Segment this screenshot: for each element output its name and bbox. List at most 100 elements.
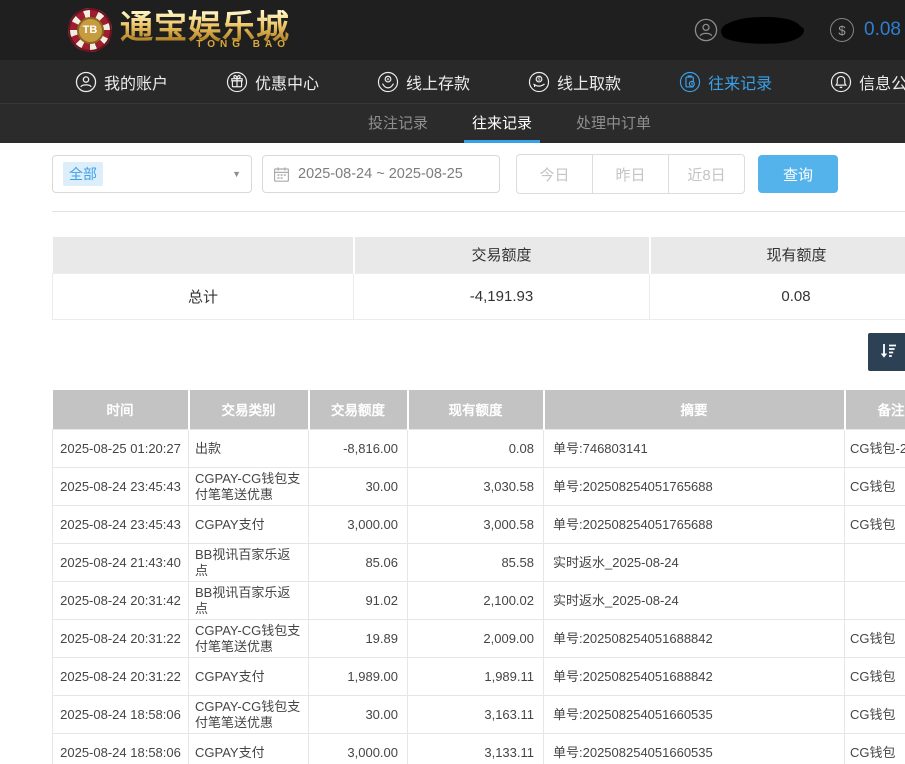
nav-label: 优惠中心 xyxy=(255,70,319,94)
cell-time: 2025-08-24 20:31:22 xyxy=(53,620,189,658)
summary-total-row: 总计 -4,191.93 0.08 xyxy=(53,273,905,319)
chevron-down-icon: ▼ xyxy=(232,169,241,179)
cell-balance: 2,009.00 xyxy=(408,620,544,658)
withdraw-icon: $ xyxy=(528,71,550,93)
col-header-summary: 摘要 xyxy=(544,390,845,430)
cell-summary: 单号:202508254051660535 xyxy=(544,734,845,764)
cell-note xyxy=(845,544,905,582)
col-header-amount: 交易额度 xyxy=(309,390,408,430)
cell-type: CGPAY支付 xyxy=(189,734,309,764)
calendar-icon xyxy=(273,166,290,183)
cell-time: 2025-08-24 20:31:42 xyxy=(53,582,189,620)
cell-time: 2025-08-24 21:43:40 xyxy=(53,544,189,582)
cell-amount: 1,989.00 xyxy=(309,658,408,696)
tab-pending-orders[interactable]: 处理中订单 xyxy=(568,104,659,143)
sort-button[interactable] xyxy=(868,333,905,371)
cell-amount: 91.02 xyxy=(309,582,408,620)
summary-balance-total: 0.08 xyxy=(650,273,905,319)
summary-table: 交易额度 现有额度 总计 -4,191.93 0.08 xyxy=(52,237,905,320)
nav-label: 线上存款 xyxy=(406,70,470,94)
search-button[interactable]: 查询 xyxy=(758,155,838,193)
cell-summary: 单号:202508254051688842 xyxy=(544,658,845,696)
username-redaction xyxy=(722,16,801,45)
cell-type: CGPAY-CG钱包支付笔笔送优惠 xyxy=(189,468,309,506)
nav-item-my-account[interactable]: 我的账户 xyxy=(75,70,168,94)
nav-label: 往来记录 xyxy=(708,70,772,94)
date-range-value: 2025-08-24 ~ 2025-08-25 xyxy=(298,166,463,182)
poker-chip-icon: TB xyxy=(68,8,112,52)
table-row: 2025-08-24 18:58:06 CGPAY支付 3,000.00 3,1… xyxy=(53,734,905,764)
tab-bet-records[interactable]: 投注记录 xyxy=(360,104,436,143)
records-header-row: 时间 交易类别 交易额度 现有额度 摘要 备注 xyxy=(53,390,905,430)
deposit-icon: ¥ xyxy=(377,71,399,93)
content-area: 全部 ▼ 2025-08-24 ~ 2025-08-25 今日 昨日 近8日 查 xyxy=(0,154,905,764)
table-row: 2025-08-24 20:31:42 BB视讯百家乐返点 91.02 2,10… xyxy=(53,582,905,620)
col-header-note: 备注 xyxy=(845,390,905,430)
section-divider xyxy=(52,211,905,212)
topbar-account-area: $ 0.08 F xyxy=(694,0,905,60)
records-table: 时间 交易类别 交易额度 现有额度 摘要 备注 2025-08-25 01:20… xyxy=(52,390,905,764)
col-header-time: 时间 xyxy=(53,390,189,430)
cell-balance: 3,000.58 xyxy=(408,506,544,544)
main-nav: 我的账户 优惠中心 ¥ 线上存款 xyxy=(0,60,905,103)
table-row: 2025-08-24 20:31:22 CGPAY支付 1,989.00 1,9… xyxy=(53,658,905,696)
cell-time: 2025-08-24 18:58:06 xyxy=(53,696,189,734)
date-range-input[interactable]: 2025-08-24 ~ 2025-08-25 xyxy=(262,155,500,193)
cell-summary: 单号:202508254051765688 xyxy=(544,506,845,544)
user-icon[interactable] xyxy=(694,18,718,42)
gift-icon xyxy=(226,71,248,93)
cell-summary: 实时返水_2025-08-24 xyxy=(544,582,845,620)
topbar: TB 通宝娱乐城 TONG BAO $ 0.08 F xyxy=(0,0,905,60)
cell-note: CG钱包 xyxy=(845,658,905,696)
nav-item-announcements[interactable]: 信息公告 xyxy=(830,70,905,94)
last-8-days-button[interactable]: 近8日 xyxy=(668,154,745,194)
cell-amount: 3,000.00 xyxy=(309,734,408,764)
bell-icon xyxy=(830,71,852,93)
cell-note: CG钱包 xyxy=(845,734,905,764)
filter-row: 全部 ▼ 2025-08-24 ~ 2025-08-25 今日 昨日 近8日 查 xyxy=(52,154,905,194)
table-row: 2025-08-24 18:58:06 CGPAY-CG钱包支付笔笔送优惠 30… xyxy=(53,696,905,734)
summary-header-balance: 现有额度 xyxy=(650,237,905,273)
balance-amount: 0.08 xyxy=(864,19,901,41)
page: TB 通宝娱乐城 TONG BAO $ 0.08 F xyxy=(0,0,905,764)
nav-item-transaction-records[interactable]: 往来记录 xyxy=(679,70,772,94)
cell-time: 2025-08-24 23:45:43 xyxy=(53,506,189,544)
site-logo[interactable]: TB 通宝娱乐城 TONG BAO xyxy=(68,8,290,52)
cell-balance: 2,100.02 xyxy=(408,582,544,620)
type-select[interactable]: 全部 ▼ xyxy=(52,155,252,193)
cell-balance: 3,030.58 xyxy=(408,468,544,506)
cell-balance: 85.58 xyxy=(408,544,544,582)
cell-summary: 实时返水_2025-08-24 xyxy=(544,544,845,582)
cell-type: BB视讯百家乐返点 xyxy=(189,582,309,620)
cell-amount: -8,816.00 xyxy=(309,430,408,468)
cell-type: BB视讯百家乐返点 xyxy=(189,544,309,582)
tab-transaction-records[interactable]: 往来记录 xyxy=(464,104,540,143)
svg-text:¥: ¥ xyxy=(387,76,390,82)
nav-item-promotions[interactable]: 优惠中心 xyxy=(226,70,319,94)
cell-amount: 85.06 xyxy=(309,544,408,582)
cell-time: 2025-08-24 20:31:22 xyxy=(53,658,189,696)
cell-summary: 单号:202508254051765688 xyxy=(544,468,845,506)
cell-type: CGPAY-CG钱包支付笔笔送优惠 xyxy=(189,696,309,734)
currency-icon: $ xyxy=(830,18,854,42)
nav-item-withdraw[interactable]: $ 线上取款 xyxy=(528,70,621,94)
cell-amount: 30.00 xyxy=(309,468,408,506)
cell-note: CG钱包-24 xyxy=(845,430,905,468)
summary-header-row: 交易额度 现有额度 xyxy=(53,237,905,273)
nav-label: 线上取款 xyxy=(557,70,621,94)
summary-header-empty xyxy=(53,237,354,273)
yesterday-button[interactable]: 昨日 xyxy=(592,154,669,194)
cell-balance: 3,163.11 xyxy=(408,696,544,734)
cell-note xyxy=(845,582,905,620)
today-button[interactable]: 今日 xyxy=(516,154,593,194)
type-select-value: 全部 xyxy=(63,162,103,186)
nav-label: 信息公告 xyxy=(859,70,905,94)
nav-item-deposit[interactable]: ¥ 线上存款 xyxy=(377,70,470,94)
col-header-type: 交易类别 xyxy=(189,390,309,430)
cell-type: CGPAY支付 xyxy=(189,658,309,696)
table-row: 2025-08-24 23:45:43 CGPAY-CG钱包支付笔笔送优惠 30… xyxy=(53,468,905,506)
quick-date-buttons: 今日 昨日 近8日 xyxy=(516,154,745,194)
cell-time: 2025-08-25 01:20:27 xyxy=(53,430,189,468)
summary-header-transaction: 交易额度 xyxy=(354,237,650,273)
nav-label: 我的账户 xyxy=(104,70,168,94)
